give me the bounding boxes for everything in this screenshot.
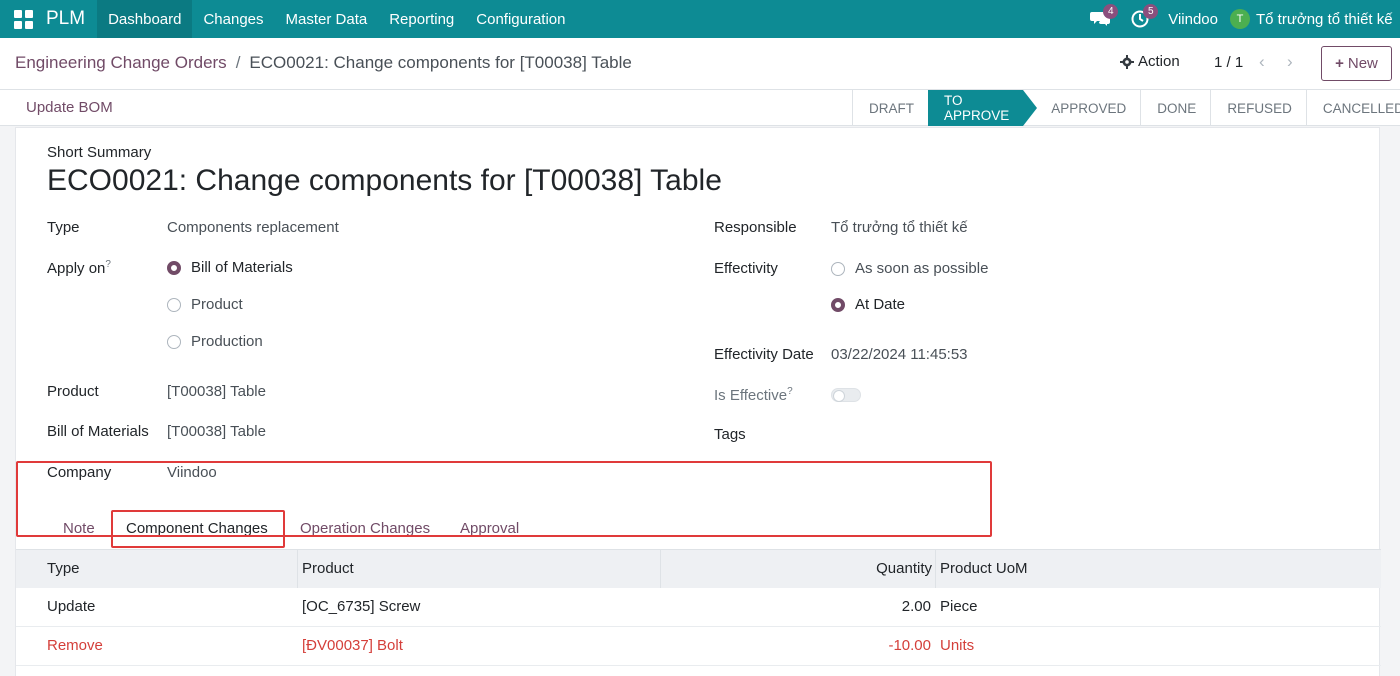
messages-badge: 4: [1103, 4, 1119, 19]
type-label: Type: [47, 219, 80, 236]
apply-on-production-radio[interactable]: Production: [167, 333, 263, 350]
stage-done[interactable]: DONE: [1140, 90, 1210, 126]
user-name: Tổ trưởng tổ thiết kế: [1256, 10, 1393, 28]
row-quantity: 2.00: [901, 598, 931, 615]
apply-on-label: Apply on?: [47, 259, 111, 277]
stage-draft[interactable]: DRAFT: [852, 90, 928, 126]
row-type: Remove: [47, 637, 103, 654]
apply-on-text: Apply on: [47, 260, 106, 277]
apply-on-product-radio[interactable]: Product: [167, 296, 243, 313]
action-label: Action: [1138, 53, 1180, 70]
responsible-field[interactable]: Tổ trưởng tổ thiết kế: [831, 219, 968, 236]
company-switcher[interactable]: Viindoo: [1160, 11, 1230, 28]
effectivity-at-date-radio[interactable]: At Date: [831, 296, 905, 313]
row-type: Update: [47, 598, 96, 615]
bom-field[interactable]: [T00038] Table: [167, 423, 266, 440]
is-effective-toggle: [831, 388, 861, 402]
pager-value[interactable]: 1 / 1: [1214, 54, 1243, 71]
breadcrumb-parent[interactable]: Engineering Change Orders: [15, 53, 227, 73]
is-effective-text: Is Effective: [714, 387, 788, 404]
effectivity-date-field[interactable]: 03/22/2024 11:45:53: [831, 346, 968, 363]
avatar: T: [1230, 9, 1250, 29]
table-row[interactable]: Update [OC_6735] Screw 2.00 Piece: [16, 588, 1381, 627]
top-navbar: PLM Dashboard Changes Master Data Report…: [0, 0, 1400, 38]
product-label: Product: [47, 383, 99, 400]
effectivity-label: Effectivity: [714, 260, 778, 277]
is-effective-label: Is Effective?: [714, 386, 793, 404]
help-icon[interactable]: ?: [105, 259, 111, 270]
row-product: [ĐV00037] Bolt: [302, 637, 403, 654]
effectivity-date-label: Effectivity Date: [714, 346, 814, 363]
table-header: Type Product Quantity Product UoM: [16, 550, 1381, 588]
page-title[interactable]: ECO0021: Change components for [T00038] …: [47, 164, 722, 198]
menu-changes[interactable]: Changes: [192, 0, 274, 38]
row-product: [OC_6735] Screw: [302, 598, 421, 615]
plus-icon: +: [1335, 55, 1344, 72]
gear-icon: [1120, 54, 1134, 69]
pager-next-icon[interactable]: ›: [1287, 52, 1293, 72]
menu-dashboard[interactable]: Dashboard: [97, 0, 193, 38]
column-uom[interactable]: Product UoM: [940, 560, 1028, 577]
messages-button[interactable]: 4: [1080, 0, 1120, 38]
menu-configuration[interactable]: Configuration: [465, 0, 576, 38]
menu-reporting[interactable]: Reporting: [378, 0, 465, 38]
column-product[interactable]: Product: [302, 560, 354, 577]
new-button[interactable]: + New: [1321, 46, 1392, 81]
row-uom: Piece: [940, 598, 978, 615]
table-row[interactable]: Remove [ĐV00037] Bolt -10.00 Units: [16, 627, 1381, 666]
stage-approved[interactable]: APPROVED: [1023, 90, 1140, 126]
action-button[interactable]: Action: [1120, 53, 1180, 70]
stage-cancelled[interactable]: CANCELLED: [1305, 90, 1400, 126]
breadcrumb: Engineering Change Orders / ECO0021: Cha…: [15, 53, 632, 73]
form-sheet: Short Summary ECO0021: Change components…: [15, 127, 1381, 676]
activities-badge: 5: [1143, 4, 1159, 19]
stage-pipeline: DRAFT TO APPROVE APPROVED DONE REFUSED C…: [852, 90, 1400, 126]
radio-label: At Date: [855, 296, 906, 313]
row-quantity: -10.00: [888, 637, 931, 654]
radio-label: Production: [191, 333, 263, 350]
effectivity-asap-radio[interactable]: As soon as possible: [831, 260, 988, 277]
menu-master-data[interactable]: Master Data: [275, 0, 379, 38]
stage-refused[interactable]: REFUSED: [1210, 90, 1306, 126]
stage-to-approve[interactable]: TO APPROVE: [928, 90, 1038, 126]
product-field[interactable]: [T00038] Table: [167, 383, 266, 400]
activities-button[interactable]: 5: [1120, 0, 1160, 38]
control-panel: Engineering Change Orders / ECO0021: Cha…: [0, 38, 1400, 90]
rows-highlight-box: [16, 461, 992, 537]
tags-label: Tags: [714, 426, 746, 443]
form-statusbar: Update BOM DRAFT TO APPROVE APPROVED DON…: [0, 90, 1400, 126]
apps-menu-icon[interactable]: [0, 0, 46, 38]
column-quantity[interactable]: Quantity: [876, 560, 932, 577]
radio-label: Product: [191, 296, 243, 313]
help-icon[interactable]: ?: [787, 386, 793, 397]
radio-label: Bill of Materials: [191, 259, 293, 276]
summary-label: Short Summary: [47, 144, 152, 161]
breadcrumb-separator: /: [235, 53, 241, 72]
column-type[interactable]: Type: [47, 560, 80, 577]
apply-on-bom-radio[interactable]: Bill of Materials: [167, 259, 293, 276]
radio-label: As soon as possible: [855, 260, 989, 277]
new-label: New: [1347, 55, 1378, 72]
responsible-label: Responsible: [714, 219, 797, 236]
type-field[interactable]: Components replacement: [167, 219, 339, 236]
bom-label: Bill of Materials: [47, 423, 149, 440]
user-menu[interactable]: T Tổ trưởng tổ thiết kế: [1230, 9, 1400, 29]
row-uom: Units: [940, 637, 975, 654]
update-bom-button[interactable]: Update BOM: [26, 99, 113, 116]
app-brand[interactable]: PLM: [46, 0, 97, 38]
pager-prev-icon[interactable]: ‹: [1259, 52, 1265, 72]
breadcrumb-current: ECO0021: Change components for [T00038] …: [249, 53, 632, 72]
